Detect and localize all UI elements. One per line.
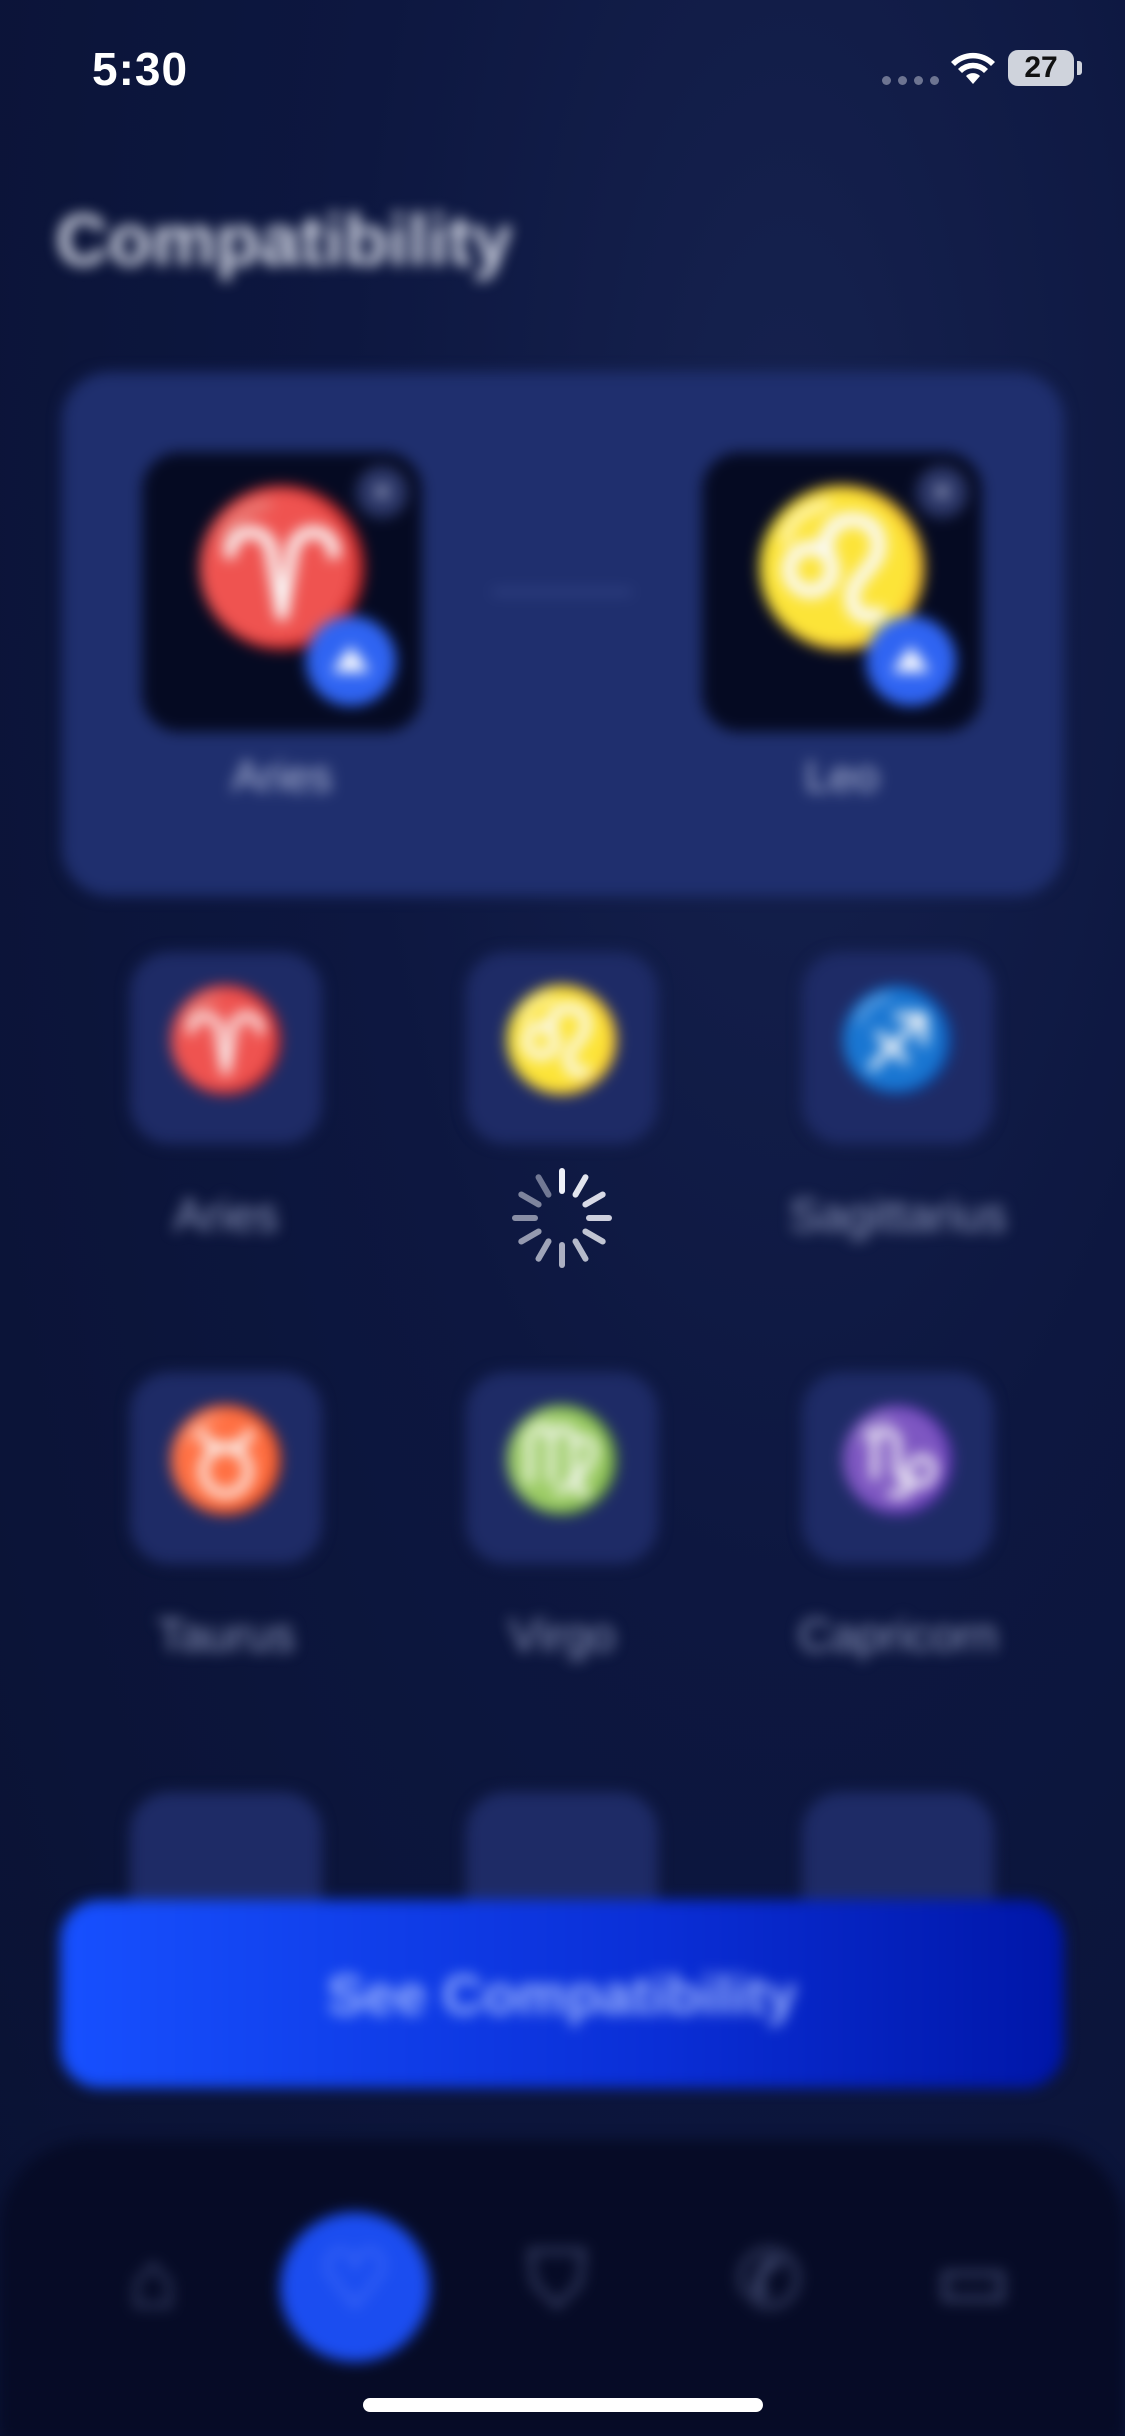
battery-cap bbox=[1077, 61, 1082, 75]
pair-connector bbox=[492, 590, 632, 594]
zodiac-tile[interactable]: ♍ bbox=[466, 1372, 658, 1564]
first-sign-slot[interactable]: ♈ × bbox=[142, 452, 422, 732]
zodiac-name: Capricorn bbox=[798, 1609, 998, 1661]
zodiac-item-leo[interactable]: ♌ bbox=[412, 952, 712, 1188]
remove-first-sign-button[interactable]: × bbox=[356, 466, 408, 518]
zodiac-name: Virgo bbox=[508, 1609, 616, 1661]
zodiac-tile[interactable]: ♌ bbox=[466, 952, 658, 1144]
change-second-sign-icon[interactable] bbox=[866, 616, 956, 706]
cards-icon: ▭ bbox=[935, 2235, 1011, 2324]
zodiac-tile[interactable]: ♐ bbox=[802, 952, 994, 1144]
phone-icon: ✆ bbox=[735, 2235, 803, 2324]
second-sign-slot[interactable]: ♌ × bbox=[702, 452, 982, 732]
remove-second-sign-button[interactable]: × bbox=[916, 466, 968, 518]
wifi-icon bbox=[951, 52, 995, 84]
app-screen: Compatibility ♈ × Aries ♌ × Leo ♈ Aries bbox=[0, 0, 1125, 2436]
see-compatibility-label: See Compatibility bbox=[327, 1963, 797, 2026]
page-title: Compatibility bbox=[56, 201, 513, 281]
zodiac-tile[interactable]: ♑ bbox=[802, 1372, 994, 1564]
shield-icon: ⛉ bbox=[527, 2235, 587, 2324]
second-sign-label: Leo bbox=[805, 752, 879, 801]
battery-icon: 27 bbox=[1008, 50, 1074, 86]
home-indicator[interactable] bbox=[363, 2398, 763, 2412]
cellular-signal-icon bbox=[882, 76, 939, 85]
tab-cards[interactable]: ▭ bbox=[898, 2212, 1048, 2362]
zodiac-item-virgo[interactable]: ♍ Virgo bbox=[412, 1372, 712, 1682]
leo-icon: ♌ bbox=[499, 984, 625, 1096]
see-compatibility-button[interactable]: See Compatibility bbox=[60, 1900, 1064, 2088]
zodiac-item-aries[interactable]: ♈ Aries bbox=[76, 952, 376, 1262]
bottom-tab-bar: ⌂ ♡ ⛉ ✆ ▭ bbox=[0, 2140, 1125, 2436]
status-bar: 5:30 27 bbox=[0, 0, 1125, 140]
heart-icon: ♡ bbox=[319, 2235, 391, 2324]
tab-phone[interactable]: ✆ bbox=[694, 2212, 844, 2362]
selected-pair-card: ♈ × Aries ♌ × Leo bbox=[62, 372, 1064, 896]
zodiac-item-capricorn[interactable]: ♑ Capricorn bbox=[748, 1372, 1048, 1682]
loading-spinner-icon bbox=[512, 1168, 612, 1268]
tab-compatibility[interactable]: ♡ bbox=[280, 2212, 430, 2362]
zodiac-tile[interactable]: ♉ bbox=[130, 1372, 322, 1564]
zodiac-name: Taurus bbox=[156, 1609, 296, 1661]
first-sign-label: Aries bbox=[231, 752, 333, 801]
zodiac-item-sagittarius[interactable]: ♐ Sagittarius bbox=[748, 952, 1048, 1262]
zodiac-item-taurus[interactable]: ♉ Taurus bbox=[76, 1372, 376, 1682]
virgo-icon: ♍ bbox=[499, 1404, 625, 1516]
zodiac-name: Aries bbox=[173, 1189, 279, 1241]
aries-icon: ♈ bbox=[163, 984, 289, 1096]
zodiac-name: Sagittarius bbox=[789, 1189, 1007, 1241]
sagittarius-icon: ♐ bbox=[835, 984, 961, 1096]
home-icon: ⌂ bbox=[128, 2235, 178, 2324]
status-time: 5:30 bbox=[92, 43, 189, 95]
tab-home[interactable]: ⌂ bbox=[78, 2212, 228, 2362]
tab-shield[interactable]: ⛉ bbox=[482, 2212, 632, 2362]
zodiac-tile[interactable]: ♈ bbox=[130, 952, 322, 1144]
taurus-icon: ♉ bbox=[163, 1404, 289, 1516]
change-first-sign-icon[interactable] bbox=[306, 616, 396, 706]
capricorn-icon: ♑ bbox=[835, 1404, 961, 1516]
